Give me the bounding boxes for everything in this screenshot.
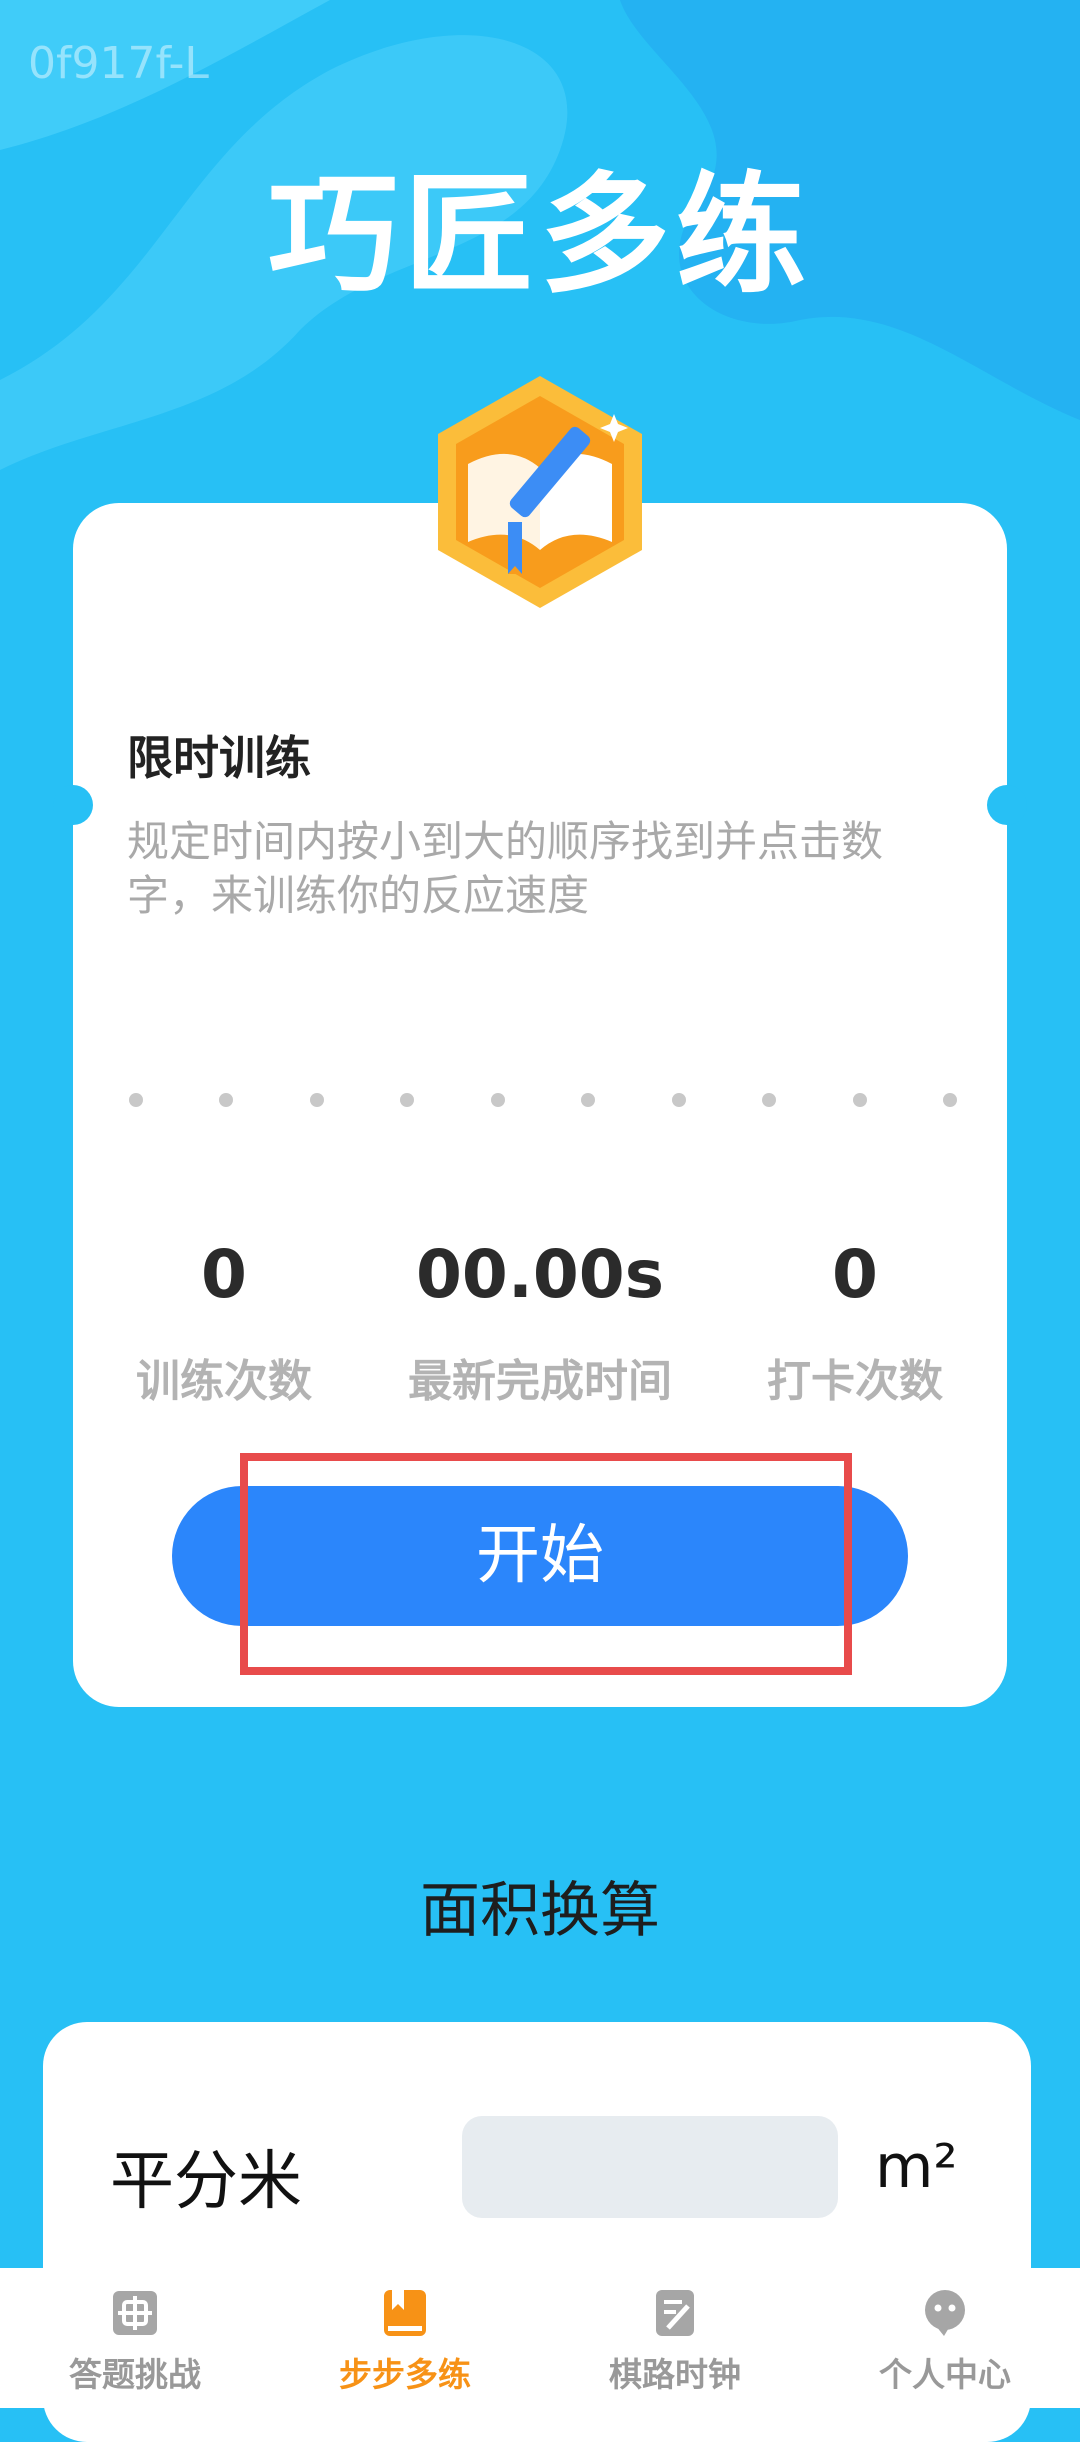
stat-training-count: 0 训练次数 <box>124 1230 324 1409</box>
tab-step-practice[interactable]: 步步多练 <box>270 2288 540 2396</box>
area-input[interactable] <box>462 2116 838 2218</box>
card-description: 规定时间内按小到大的顺序找到并点击数字，来训练你的反应速度 <box>127 817 884 920</box>
stat-value: 0 <box>832 1236 878 1313</box>
chat-bubble-icon <box>925 2290 965 2336</box>
stat-label: 最新完成时间 <box>408 1356 672 1407</box>
tab-label: 步步多练 <box>339 2355 471 2394</box>
stat-value: 00.00s <box>415 1236 665 1313</box>
card-notch-right <box>987 785 1027 825</box>
tab-label: 答题挑战 <box>69 2355 201 2394</box>
stat-latest-time: 00.00s 最新完成时间 <box>390 1230 690 1409</box>
card-notch-left <box>53 785 93 825</box>
unit-label-square-decimeter: 平分米 <box>110 2145 302 2219</box>
section-title-area-conversion: 面积换算 <box>420 1876 660 1946</box>
stat-checkin-count: 0 打卡次数 <box>750 1230 960 1409</box>
watermark-text: 0f917f-L <box>28 38 209 89</box>
dotted-divider <box>129 1093 957 1107</box>
tab-quiz-challenge[interactable]: 答题挑战 <box>0 2288 270 2396</box>
tab-personal-center[interactable]: 个人中心 <box>810 2288 1080 2396</box>
book-pen-badge-icon <box>438 376 642 608</box>
tab-chess-clock[interactable]: 棋路时钟 <box>540 2288 810 2396</box>
stat-label: 训练次数 <box>136 1356 312 1407</box>
tab-label: 个人中心 <box>879 2355 1011 2394</box>
unit-symbol: m² <box>875 2132 958 2202</box>
stat-value: 0 <box>201 1236 247 1313</box>
puzzle-icon <box>113 2291 157 2335</box>
book-icon <box>384 2290 426 2336</box>
highlight-box <box>240 1453 852 1675</box>
card-title: 限时训练 <box>127 731 311 785</box>
bottom-tab-bar: 答题挑战 步步多练 棋路时钟 个人中心 <box>0 2268 1080 2408</box>
tab-label: 棋路时钟 <box>609 2355 741 2394</box>
app-title: 巧匠多练 <box>267 159 812 311</box>
note-edit-icon <box>656 2290 694 2336</box>
stat-label: 打卡次数 <box>767 1356 943 1407</box>
